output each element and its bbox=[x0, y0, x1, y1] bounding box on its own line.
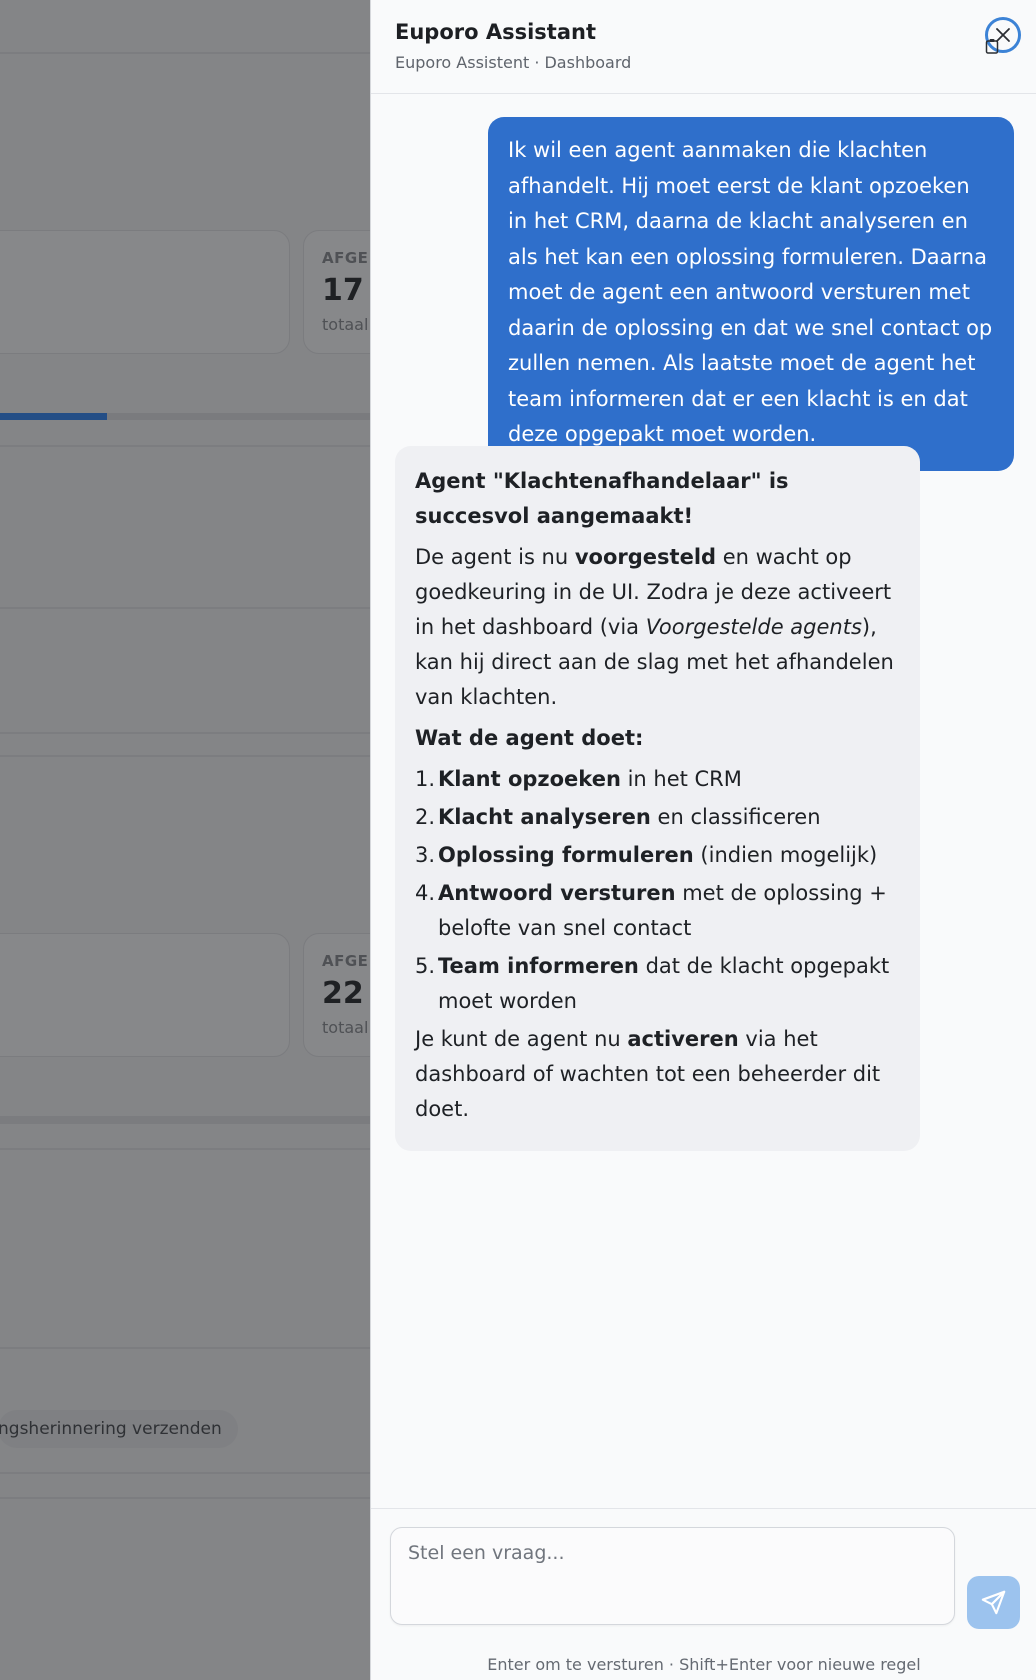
bold-term: voorgesteld bbox=[574, 545, 717, 569]
stat-label: AFGE bbox=[322, 952, 369, 970]
step-bold: Klacht analyseren bbox=[438, 805, 651, 829]
divider bbox=[0, 52, 370, 54]
divider bbox=[0, 1347, 370, 1349]
bold-term: activeren bbox=[627, 1027, 739, 1051]
step-bold: Antwoord versturen bbox=[438, 881, 676, 905]
italic-term: Voorgestelde agents bbox=[645, 615, 862, 639]
text-span: De agent is nu bbox=[415, 545, 575, 569]
divider bbox=[0, 732, 370, 734]
steps-list: 1. Klant opzoeken in het CRM 2. Klacht ana… bbox=[415, 762, 900, 1019]
stat-sub: totaal bbox=[322, 1018, 369, 1037]
message-input[interactable] bbox=[390, 1527, 955, 1625]
send-button[interactable] bbox=[967, 1576, 1020, 1629]
step-item: 2. Klacht analyseren en classificeren bbox=[415, 800, 900, 835]
step-text: Klant opzoeken in het CRM bbox=[438, 762, 900, 797]
stat-card bbox=[0, 230, 290, 354]
step-item: 3. Oplossing formuleren (indien mogelijk) bbox=[415, 838, 900, 873]
step-bold: Klant opzoeken bbox=[438, 767, 621, 791]
divider bbox=[0, 607, 370, 609]
panel-title: Euporo Assistant bbox=[395, 20, 596, 44]
dashboard-background: AFGE 17 totaal AFGE 22 totaal ngsherinne… bbox=[0, 0, 370, 1680]
stat-value: 22 bbox=[322, 976, 364, 1011]
stat-value: 17 bbox=[322, 273, 364, 308]
divider bbox=[0, 445, 370, 447]
clipboard-icon bbox=[985, 39, 999, 54]
assistant-message-paragraph: Je kunt de agent nu activeren via het da… bbox=[415, 1022, 900, 1127]
step-text: Team informeren dat de klacht opgepakt m… bbox=[438, 949, 900, 1019]
step-rest: in het CRM bbox=[620, 767, 742, 791]
divider bbox=[0, 1497, 370, 1499]
divider bbox=[0, 755, 370, 757]
stat-label: AFGE bbox=[322, 249, 369, 267]
message-list[interactable]: Ik wil een agent aanmaken die klachten a… bbox=[371, 95, 1036, 1507]
divider bbox=[0, 1116, 370, 1124]
panel-header: Euporo Assistant Euporo Assistent · Dash… bbox=[371, 0, 1036, 94]
assistant-panel: Euporo Assistant Euporo Assistent · Dash… bbox=[370, 0, 1036, 1680]
assistant-message: Agent "Klachtenafhandelaar" is succesvol… bbox=[395, 446, 920, 1151]
stat-card bbox=[0, 933, 290, 1057]
step-bold: Oplossing formuleren bbox=[438, 843, 694, 867]
stat-card: AFGE 17 totaal bbox=[303, 230, 370, 354]
step-number: 3. bbox=[415, 843, 436, 867]
step-item: 1. Klant opzoeken in het CRM bbox=[415, 762, 900, 797]
step-number: 1. bbox=[415, 767, 436, 791]
composer: Enter om te versturen · Shift+Enter voor… bbox=[371, 1508, 1036, 1680]
composer-hint: Enter om te versturen · Shift+Enter voor… bbox=[487, 1655, 921, 1674]
assistant-message-paragraph: De agent is nu voorgesteld en wacht op g… bbox=[415, 540, 900, 715]
step-text: Oplossing formuleren (indien mogelijk) bbox=[438, 838, 900, 873]
step-number: 4. bbox=[415, 881, 436, 905]
send-icon bbox=[981, 1590, 1006, 1615]
steps-heading: Wat de agent doet: bbox=[415, 726, 644, 750]
step-item: 4. Antwoord versturen met de oplossing + … bbox=[415, 876, 900, 946]
progress-bar bbox=[0, 413, 370, 420]
step-text: Antwoord versturen met de oplossing + be… bbox=[438, 876, 900, 946]
step-bold: Team informeren bbox=[438, 954, 639, 978]
step-rest: (indien mogelijk) bbox=[693, 843, 878, 867]
step-number: 2. bbox=[415, 805, 436, 829]
step-rest: en classificeren bbox=[650, 805, 821, 829]
step-text: Klacht analyseren en classificeren bbox=[438, 800, 900, 835]
divider bbox=[0, 1148, 370, 1150]
user-message: Ik wil een agent aanmaken die klachten a… bbox=[488, 117, 1014, 471]
step-number: 5. bbox=[415, 954, 436, 978]
step-item: 5. Team informeren dat de klacht opgepakt… bbox=[415, 949, 900, 1019]
panel-subtitle: Euporo Assistent · Dashboard bbox=[395, 53, 632, 72]
divider bbox=[0, 1472, 370, 1474]
stat-sub: totaal bbox=[322, 315, 369, 334]
assistant-message-headline: Agent "Klachtenafhandelaar" is succesvol… bbox=[415, 469, 789, 528]
stat-card: AFGE 22 totaal bbox=[303, 933, 370, 1057]
progress-fill bbox=[0, 413, 108, 420]
text-span: Je kunt de agent nu bbox=[415, 1027, 628, 1051]
action-chip: ngsherinnering verzenden bbox=[0, 1410, 238, 1448]
